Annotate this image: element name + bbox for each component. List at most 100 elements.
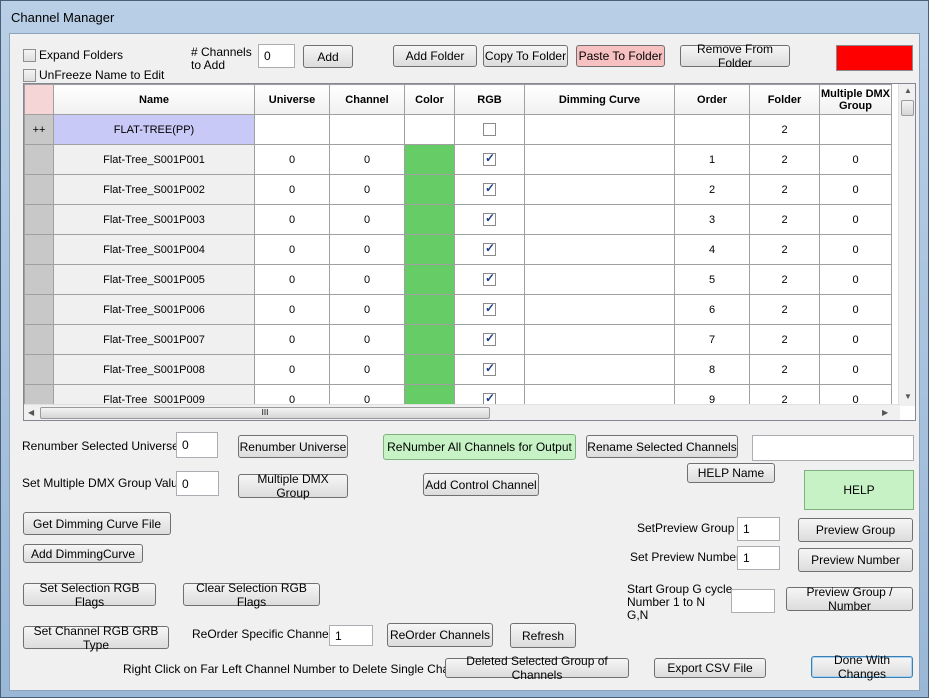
vertical-scrollbar[interactable]: ▲ ▼ xyxy=(898,84,915,406)
dimming-curve-cell[interactable] xyxy=(524,354,675,385)
table-row[interactable]: Flat-Tree_S001P00300320 xyxy=(24,204,892,235)
universe-cell[interactable]: 0 xyxy=(254,204,330,235)
rgb-checkbox[interactable] xyxy=(483,271,496,286)
row-header[interactable] xyxy=(24,234,54,265)
rgb-cell[interactable] xyxy=(454,144,525,175)
dimming-curve-cell[interactable] xyxy=(524,144,675,175)
folder-cell[interactable]: 2 xyxy=(749,204,820,235)
color-cell[interactable] xyxy=(404,264,455,295)
universe-cell[interactable]: 0 xyxy=(254,174,330,205)
color-swatch[interactable] xyxy=(836,45,913,71)
color-cell[interactable] xyxy=(404,324,455,355)
channel-cell[interactable]: 0 xyxy=(329,234,405,265)
channel-cell[interactable]: 0 xyxy=(329,324,405,355)
column-header[interactable]: Channel xyxy=(329,84,405,115)
dmx-group-cell[interactable]: 0 xyxy=(819,234,892,265)
dimming-curve-cell[interactable] xyxy=(524,324,675,355)
channel-cell[interactable]: 0 xyxy=(329,354,405,385)
rgb-cell[interactable] xyxy=(454,114,525,145)
dmx-group-cell[interactable]: 0 xyxy=(819,264,892,295)
column-header[interactable]: Multiple DMX Group xyxy=(819,84,892,115)
column-header[interactable]: Universe xyxy=(254,84,330,115)
rename-selected-button[interactable]: Rename Selected Channels xyxy=(586,435,738,458)
export-csv-button[interactable]: Export CSV File xyxy=(654,658,766,678)
multiple-dmx-group-button[interactable]: Multiple DMX Group xyxy=(238,472,348,500)
universe-cell[interactable]: 0 xyxy=(254,294,330,325)
set-preview-number-input[interactable]: 1 xyxy=(737,546,780,570)
dmx-group-input[interactable]: 0 xyxy=(176,471,219,496)
order-cell[interactable]: 8 xyxy=(674,354,750,385)
rgb-checkbox[interactable] xyxy=(483,151,496,166)
universe-cell[interactable]: 0 xyxy=(254,324,330,355)
preview-group-button[interactable]: Preview Group xyxy=(798,518,913,542)
name-cell[interactable]: Flat-Tree_S001P008 xyxy=(53,354,255,385)
table-row[interactable]: Flat-Tree_S001P00400420 xyxy=(24,234,892,265)
table-row[interactable]: Flat-Tree_S001P00200220 xyxy=(24,174,892,205)
universe-cell[interactable]: 0 xyxy=(254,144,330,175)
row-header[interactable] xyxy=(24,264,54,295)
preview-number-button[interactable]: Preview Number xyxy=(798,548,913,572)
rgb-cell[interactable] xyxy=(454,174,525,205)
renumber-universe-button[interactable]: Renumber Universe xyxy=(238,435,348,458)
dmx-group-cell[interactable]: 0 xyxy=(819,354,892,385)
dmx-group-cell[interactable]: 0 xyxy=(819,204,892,235)
deleted-selected-group-button[interactable]: Deleted Selected Group of Channels xyxy=(445,654,629,682)
vertical-scroll-thumb[interactable] xyxy=(901,100,914,116)
folder-cell[interactable]: 2 xyxy=(749,264,820,295)
renumber-all-button[interactable]: ReNumber All Channels for Output xyxy=(383,434,576,460)
horizontal-scrollbar[interactable]: ◀ III ▶ xyxy=(24,404,900,420)
title-bar[interactable]: Channel Manager xyxy=(1,1,928,33)
universe-cell[interactable] xyxy=(254,114,330,145)
refresh-button[interactable]: Refresh xyxy=(510,623,576,648)
dimming-curve-cell[interactable] xyxy=(524,174,675,205)
renumber-universe-input[interactable]: 0 xyxy=(176,432,218,458)
expand-folders-checkbox[interactable] xyxy=(23,49,36,62)
rename-input[interactable] xyxy=(752,435,914,461)
set-preview-group-input[interactable]: 1 xyxy=(737,517,780,541)
dimming-curve-cell[interactable] xyxy=(524,294,675,325)
rgb-cell[interactable] xyxy=(454,294,525,325)
rgb-checkbox[interactable] xyxy=(483,211,496,226)
rgb-cell[interactable] xyxy=(454,234,525,265)
order-cell[interactable]: 2 xyxy=(674,174,750,205)
channel-cell[interactable]: 0 xyxy=(329,144,405,175)
name-cell[interactable]: Flat-Tree_S001P004 xyxy=(53,234,255,265)
rgb-cell[interactable] xyxy=(454,354,525,385)
dmx-group-cell[interactable]: 0 xyxy=(819,174,892,205)
add-control-channel-button[interactable]: Add Control Channel xyxy=(423,473,539,496)
dimming-curve-cell[interactable] xyxy=(524,204,675,235)
dimming-curve-cell[interactable] xyxy=(524,264,675,295)
color-cell[interactable] xyxy=(404,294,455,325)
row-header[interactable] xyxy=(24,144,54,175)
folder-cell[interactable]: 2 xyxy=(749,354,820,385)
row-header[interactable]: ++ xyxy=(24,114,54,145)
dmx-group-cell[interactable]: 0 xyxy=(819,324,892,355)
order-cell[interactable]: 3 xyxy=(674,204,750,235)
row-header[interactable] xyxy=(24,324,54,355)
set-channel-rgb-grb-button[interactable]: Set Channel RGB GRB Type xyxy=(23,624,169,652)
channel-cell[interactable]: 0 xyxy=(329,174,405,205)
add-button[interactable]: Add xyxy=(303,45,353,68)
color-cell[interactable] xyxy=(404,204,455,235)
name-cell[interactable]: Flat-Tree_S001P006 xyxy=(53,294,255,325)
row-header[interactable] xyxy=(24,294,54,325)
row-header[interactable] xyxy=(24,354,54,385)
folder-name-cell[interactable]: FLAT-TREE(PP) xyxy=(53,114,255,145)
order-cell[interactable]: 6 xyxy=(674,294,750,325)
folder-cell[interactable]: 2 xyxy=(749,234,820,265)
folder-cell[interactable]: 2 xyxy=(749,114,820,145)
table-row[interactable]: Flat-Tree_S001P00800820 xyxy=(24,354,892,385)
rgb-cell[interactable] xyxy=(454,204,525,235)
table-row[interactable]: Flat-Tree_S001P00600620 xyxy=(24,294,892,325)
universe-cell[interactable]: 0 xyxy=(254,234,330,265)
row-header[interactable] xyxy=(24,174,54,205)
help-name-button[interactable]: HELP Name xyxy=(687,463,775,483)
column-header[interactable]: Order xyxy=(674,84,750,115)
get-dimming-curve-button[interactable]: Get Dimming Curve File xyxy=(23,512,171,535)
add-folder-button[interactable]: Add Folder xyxy=(393,45,477,67)
name-cell[interactable]: Flat-Tree_S001P005 xyxy=(53,264,255,295)
name-cell[interactable]: Flat-Tree_S001P002 xyxy=(53,174,255,205)
name-cell[interactable]: Flat-Tree_S001P003 xyxy=(53,204,255,235)
order-cell[interactable] xyxy=(674,114,750,145)
dmx-group-cell[interactable] xyxy=(819,114,892,145)
